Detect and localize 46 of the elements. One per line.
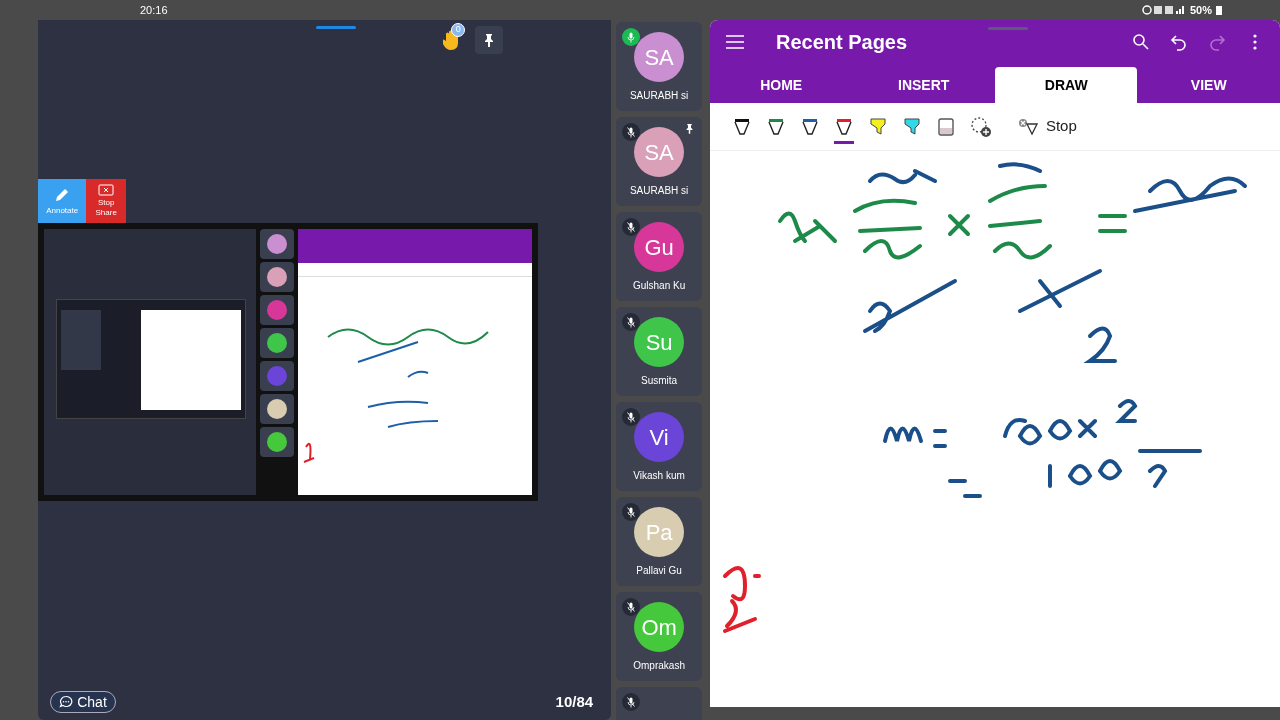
participant-tile[interactable]: Pa Pallavi Gu xyxy=(616,497,703,586)
signal-icon xyxy=(1141,5,1186,15)
participant-tile[interactable]: Om Omprakash xyxy=(616,592,703,681)
avatar: Su xyxy=(634,317,685,367)
ribbon-tab[interactable]: HOME xyxy=(709,67,853,103)
chat-button[interactable]: Chat xyxy=(50,691,116,713)
stop-label[interactable]: Stop xyxy=(1045,115,1077,138)
avatar: SA xyxy=(634,32,685,82)
ribbon-tab[interactable]: VIEW xyxy=(1137,67,1280,103)
avatar: Vi xyxy=(634,412,685,462)
avatar: SA xyxy=(634,127,685,177)
participant-name: SAURABH si xyxy=(629,89,689,103)
raised-hands-count: 0 xyxy=(451,23,466,37)
participant-name: Gulshan Ku xyxy=(632,279,686,293)
participant-name: Pallavi Gu xyxy=(636,564,682,578)
drag-handle[interactable] xyxy=(987,27,1028,30)
participant-name: SAURABH si xyxy=(629,184,689,198)
participant-name: Susmita xyxy=(641,374,678,388)
screen-share-icon xyxy=(98,184,115,196)
notebook-title: Recent Pages xyxy=(775,29,908,55)
participant-name: Vikash kum xyxy=(633,469,685,483)
stop-share-button[interactable]: Stop Share xyxy=(86,179,127,223)
pin-icon xyxy=(483,33,496,47)
battery-icon xyxy=(1216,5,1222,15)
participant-tile[interactable]: Gu Gulshan Ku xyxy=(616,212,703,301)
battery-percentage: 50% xyxy=(1189,2,1212,18)
search-icon[interactable] xyxy=(1132,32,1150,51)
undo-icon[interactable] xyxy=(1170,32,1188,51)
pin-button[interactable] xyxy=(475,26,504,54)
participant-tile[interactable]: SA SAURABH si xyxy=(616,117,703,206)
ribbon-tab[interactable]: DRAW xyxy=(994,67,1138,103)
avatar: Om xyxy=(634,602,685,652)
menu-icon[interactable] xyxy=(725,34,744,49)
page-counter: 10/84 xyxy=(555,691,594,712)
pencil-icon xyxy=(54,186,71,203)
participant-name: Omprakash xyxy=(633,659,685,673)
avatar: Pa xyxy=(634,507,685,557)
drag-handle[interactable] xyxy=(316,26,357,29)
avatar: Gu xyxy=(634,222,685,272)
ribbon-tab[interactable]: INSERT xyxy=(852,67,995,103)
participant-tile[interactable]: Vi Vikash kum xyxy=(616,402,703,491)
participant-tile[interactable]: Su Susmita xyxy=(616,307,703,396)
status-time: 20:16 xyxy=(140,2,168,18)
stop-drawing-icon[interactable] xyxy=(1017,117,1038,136)
chat-icon xyxy=(59,695,74,709)
participant-tile[interactable]: SA SAURABH si xyxy=(616,22,703,111)
